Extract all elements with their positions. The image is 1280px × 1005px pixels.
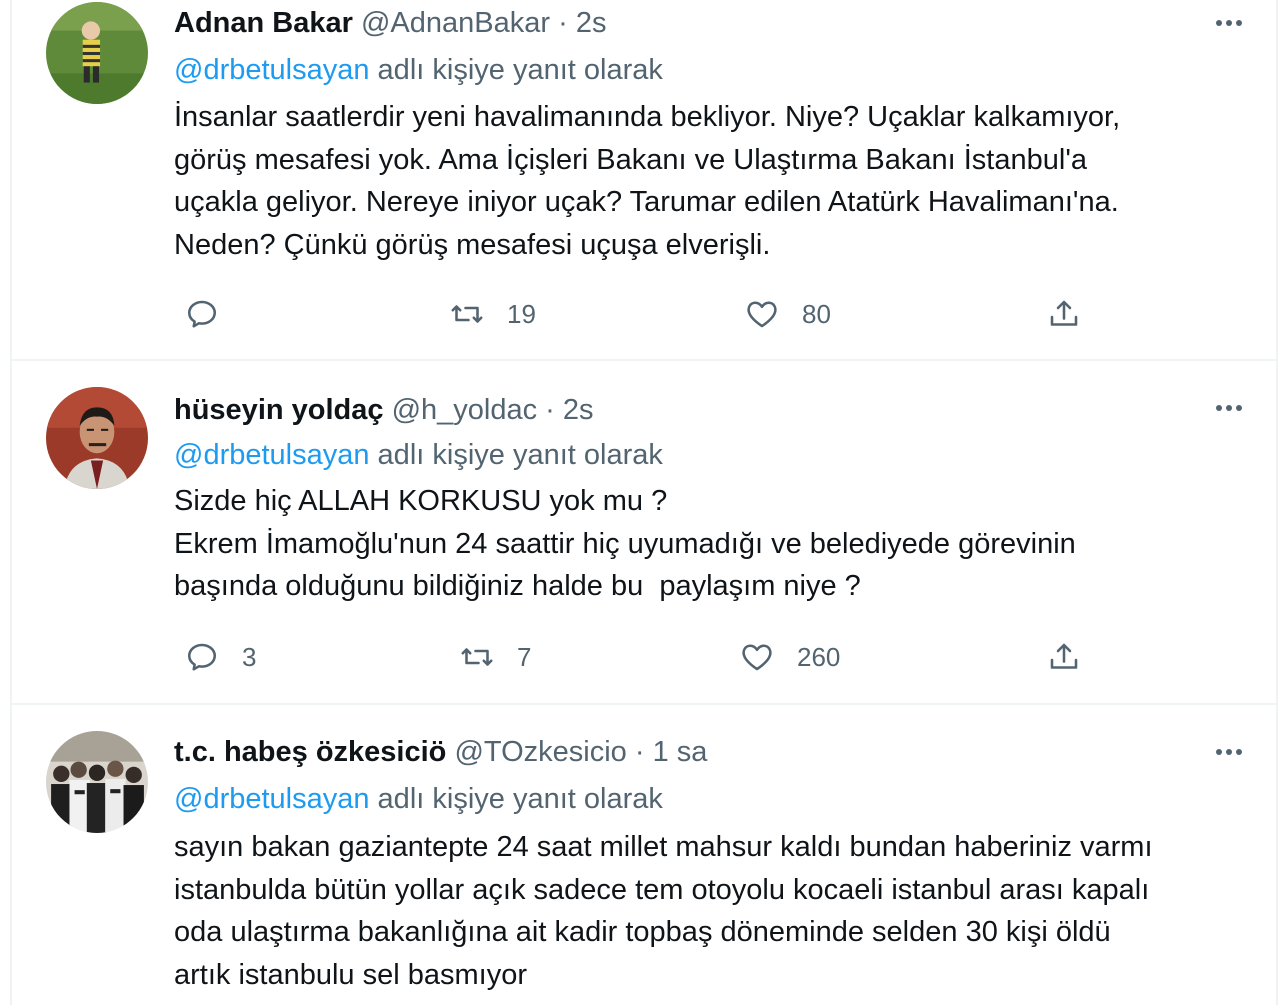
tweet-text-line: oda ulaştırma bakanlığına ait kadir topb… — [174, 916, 1111, 948]
avatar-crowd-image — [46, 731, 148, 833]
tweet-text-line: artık istanbulu sel basmıyor — [174, 958, 527, 991]
timestamp[interactable]: 2s — [563, 394, 594, 426]
author-name[interactable]: t.c. habeş özkesiciö — [174, 736, 446, 768]
reply-icon — [187, 643, 217, 671]
mention-link[interactable]: @drbetulsayan — [174, 783, 370, 815]
like-button[interactable]: 260 — [739, 635, 840, 679]
timestamp[interactable]: 2s — [576, 7, 607, 39]
tweet-text-line: İnsanlar saatlerdir yeni havalimanında b… — [174, 101, 1121, 133]
retweet-button[interactable]: 19 — [449, 292, 536, 336]
tweet-text: İnsanlar saatlerdir yeni havalimanında b… — [174, 96, 1236, 266]
replying-to: @drbetulsayan adlı kişiye yanıt olarak — [174, 779, 663, 819]
timeline-right-border — [1276, 0, 1278, 1005]
separator: · — [545, 394, 555, 426]
reply-button[interactable]: 3 — [184, 635, 256, 679]
timestamp[interactable]: 1 sa — [653, 736, 708, 768]
author-name[interactable]: Adnan Bakar — [174, 7, 353, 39]
tweet-actions: 3 7 260 — [174, 635, 1236, 679]
tweet-adnan-bakar[interactable]: Adnan Bakar @AdnanBakar · 2s @drbetulsay… — [12, 0, 1276, 360]
more-icon[interactable] — [1206, 732, 1252, 772]
mention-link[interactable]: @drbetulsayan — [174, 439, 370, 471]
tweet-text-line: Sizde hiç ALLAH KORKUSU yok mu ? — [174, 485, 668, 517]
separator: · — [634, 736, 645, 768]
share-button[interactable] — [1046, 635, 1082, 679]
tweet-tc-habes-ozkesicio[interactable]: t.c. habeş özkesiciö @TOzkesicio · 1 sa … — [12, 704, 1276, 1005]
reply-icon — [187, 300, 217, 328]
reply-button[interactable] — [184, 292, 242, 336]
tweet-text-line: uçakla geliyor. Nereye iniyor uçak? Taru… — [174, 186, 1119, 218]
tweet-header: Adnan Bakar @AdnanBakar · 2s — [174, 3, 1196, 43]
author-handle[interactable]: @TOzkesicio — [454, 736, 626, 768]
avatar[interactable] — [46, 731, 148, 833]
share-button[interactable] — [1046, 292, 1082, 336]
like-count: 80 — [802, 298, 831, 329]
like-button[interactable]: 80 — [744, 292, 831, 336]
mention-link[interactable]: @drbetulsayan — [174, 54, 370, 86]
tweet-text-line: görüş mesafesi yok. Ama İçişleri Bakanı … — [174, 143, 1087, 176]
avatar[interactable] — [46, 2, 148, 104]
author-name[interactable]: hüseyin yoldaç — [174, 394, 384, 426]
separator: · — [558, 7, 568, 39]
retweet-count: 7 — [517, 641, 532, 672]
more-icon[interactable] — [1206, 3, 1252, 43]
tweet-text-line: Ekrem İmamoğlu'nun 24 saattir hiç uyumad… — [174, 527, 1076, 560]
tweet-text-line: Neden? Çünkü görüş mesafesi uçuşa elveri… — [174, 228, 771, 261]
more-icon[interactable] — [1206, 388, 1252, 428]
reply-count: 3 — [242, 641, 257, 672]
tweet-actions: 19 80 — [174, 292, 1236, 336]
replying-label: adlı kişiye yanıt olarak — [369, 783, 663, 815]
tweet-text-line: istanbulda bütün yollar açık sadece tem … — [174, 873, 1150, 906]
tweet-header: hüseyin yoldaç @h_yoldac · 2s — [174, 390, 1196, 430]
tweet-text-line: başında olduğunu bildiğiniz halde bu pay… — [174, 570, 861, 602]
avatar-child-in-field-image — [46, 2, 148, 104]
tweet-text-line: sayın bakan gaziantepte 24 saat millet m… — [174, 831, 1153, 863]
share-icon — [1050, 300, 1078, 326]
like-count: 260 — [797, 641, 841, 672]
retweet-icon — [451, 305, 483, 323]
replying-label: adlı kişiye yanıt olarak — [369, 439, 663, 471]
heart-icon — [742, 644, 772, 671]
tweet-text: Sizde hiç ALLAH KORKUSU yok mu ? Ekrem İ… — [174, 480, 1236, 608]
replying-to: @drbetulsayan adlı kişiye yanıt olarak — [174, 435, 663, 475]
heart-icon — [747, 301, 777, 328]
retweet-count: 19 — [507, 298, 536, 329]
tweet-header: t.c. habeş özkesiciö @TOzkesicio · 1 sa — [174, 732, 1196, 772]
retweet-icon — [461, 648, 493, 666]
timeline: Adnan Bakar @AdnanBakar · 2s @drbetulsay… — [0, 0, 1280, 1005]
tweet-huseyin-yoldac[interactable]: hüseyin yoldaç @h_yoldac · 2s @drbetulsa… — [12, 360, 1276, 704]
share-icon — [1050, 643, 1078, 669]
avatar[interactable] — [46, 387, 148, 489]
avatar-man-portrait-image — [46, 387, 148, 489]
author-handle[interactable]: @AdnanBakar — [361, 7, 550, 39]
retweet-button[interactable]: 7 — [459, 635, 531, 679]
tweet-text: sayın bakan gaziantepte 24 saat millet m… — [174, 826, 1236, 996]
replying-label: adlı kişiye yanıt olarak — [369, 54, 663, 86]
replying-to: @drbetulsayan adlı kişiye yanıt olarak — [174, 50, 663, 90]
author-handle[interactable]: @h_yoldac — [392, 394, 538, 426]
